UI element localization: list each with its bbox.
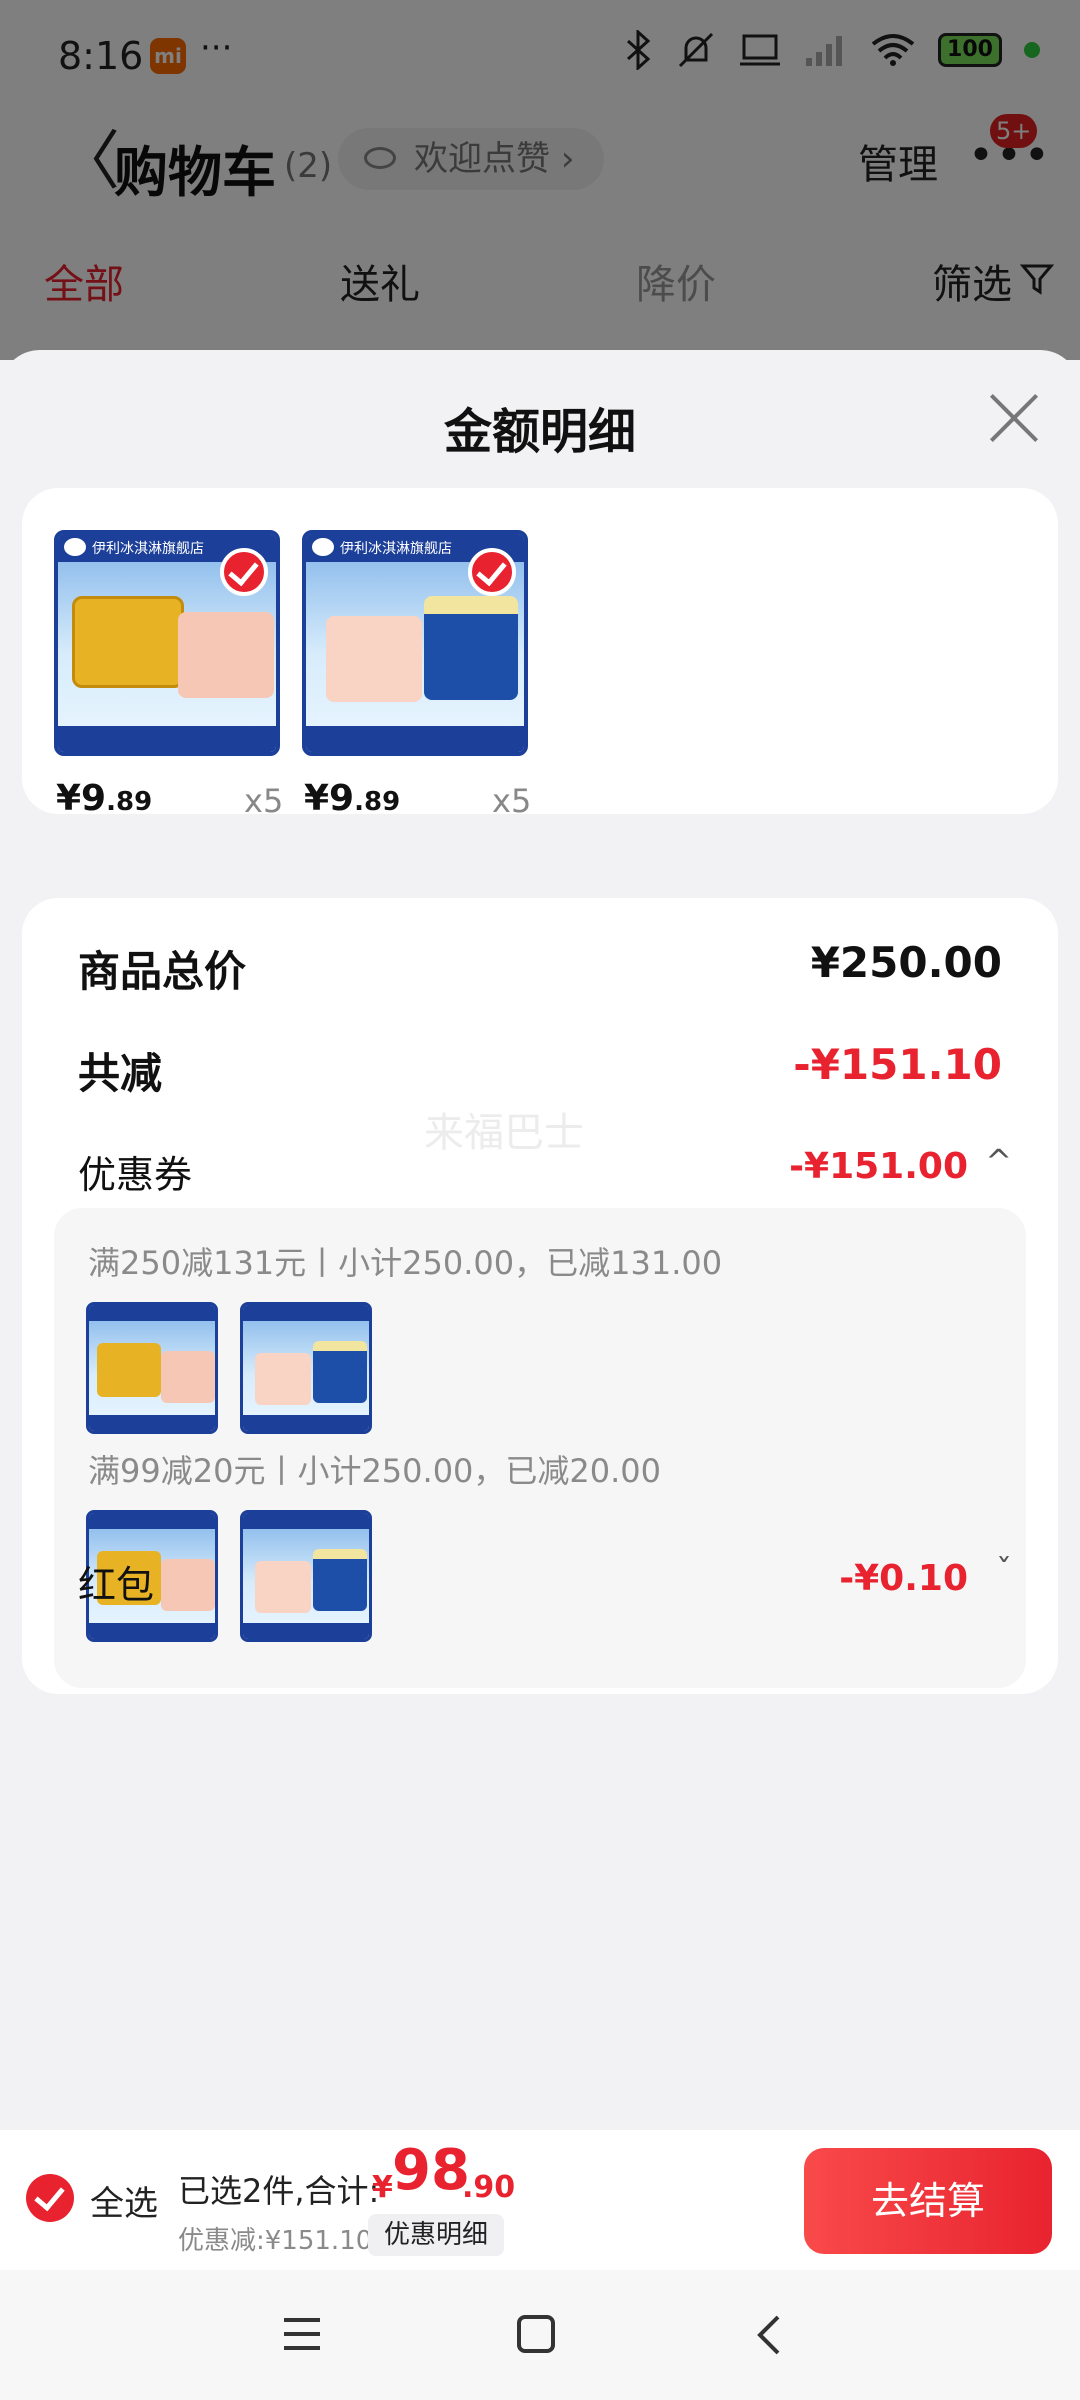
modal-overlay[interactable] — [0, 0, 1080, 360]
products-card: 伊利冰淇淋旗舰店 伊利冰淇淋旗舰店 ¥9.89 x5 ¥9.89 x5 — [22, 488, 1058, 820]
select-all-checkbox[interactable] — [26, 2174, 74, 2222]
watermark: 来福巴士 — [424, 1110, 584, 1156]
red-packet-value[interactable]: -¥0.10 — [839, 1558, 968, 1599]
coupon-label: 优惠券 — [78, 1153, 193, 1197]
product-image[interactable]: 伊利冰淇淋旗舰店 — [54, 530, 280, 756]
coupon-rule: 满99减20元丨小计250.00，已减20.00 — [88, 1452, 662, 1490]
store-name: 伊利冰淇淋旗舰店 — [340, 541, 452, 557]
close-icon[interactable] — [988, 392, 1040, 444]
back-nav-icon[interactable] — [752, 2314, 786, 2356]
selected-check-icon — [220, 548, 268, 596]
product-qty: x5 — [244, 782, 284, 820]
checkout-button[interactable]: 去结算 — [804, 2148, 1052, 2254]
product-thumbnail — [86, 1302, 218, 1434]
price-breakdown-card: 商品总价 ¥250.00 共减 -¥151.10 优惠券 -¥151.00 ^ … — [22, 898, 1058, 1694]
total-currency: ¥ — [372, 2170, 393, 2205]
total-price-value: ¥250.00 — [810, 938, 1002, 987]
coupon-rule: 满250减131元丨小计250.00，已减131.00 — [88, 1244, 723, 1282]
product-price: ¥9.89 — [304, 778, 401, 819]
discount-detail-button[interactable]: 优惠明细 — [368, 2214, 505, 2256]
checkout-bar: 全选 已选2件,合计: ¥ 98 .90 优惠减:¥151.10 优惠明细 去结… — [0, 2130, 1080, 2270]
chevron-down-icon[interactable]: ˇ — [996, 1552, 1012, 1590]
sheet-title: 金额明细 — [443, 404, 636, 460]
coupon-detail-box: 满250减131元丨小计250.00，已减131.00 满99减20元丨小计25… — [54, 1208, 1026, 1688]
total-price-label: 商品总价 — [78, 947, 247, 996]
product-price: ¥9.89 — [56, 778, 153, 819]
select-all-label[interactable]: 全选 — [90, 2176, 158, 2225]
amount-detail-sheet: 金额明细 伊利冰淇淋旗舰店 伊利冰淇淋旗舰店 ¥9.89 x5 ¥9.89 x5… — [0, 350, 1080, 2130]
product-qty: x5 — [492, 782, 532, 820]
menu-icon[interactable] — [282, 2314, 322, 2354]
red-packet-label: 红包 — [78, 1563, 155, 1607]
total-amount-int: 98 — [392, 2138, 470, 2203]
total-amount-dec: .90 — [462, 2170, 516, 2205]
yili-logo-icon — [64, 538, 86, 556]
cart-page-background: 8:16 mi ··· 100 〈 购物车 (2) 欢迎点赞 › 管理 ••• … — [0, 0, 1080, 360]
total-reduction-value: -¥151.10 — [793, 1040, 1002, 1089]
coupon-value[interactable]: -¥151.00 — [789, 1146, 968, 1187]
chevron-up-icon[interactable]: ^ — [985, 1142, 1012, 1180]
product-thumbnail — [240, 1510, 372, 1642]
selected-summary: 已选2件,合计: — [178, 2172, 380, 2210]
ice-cream-tub-image — [424, 596, 518, 700]
home-icon[interactable] — [516, 2314, 556, 2354]
ice-cream-cup-image — [326, 616, 422, 702]
selected-check-icon — [468, 548, 516, 596]
ice-cream-box-image — [72, 596, 184, 688]
product-thumbnail — [240, 1302, 372, 1434]
product-image[interactable]: 伊利冰淇淋旗舰店 — [302, 530, 528, 756]
yili-logo-icon — [312, 538, 334, 556]
discount-summary: 优惠减:¥151.10 — [178, 2226, 373, 2256]
total-reduction-label: 共减 — [78, 1049, 163, 1098]
system-navigation-bar — [0, 2270, 1080, 2400]
ice-cream-cup-image — [178, 612, 274, 698]
store-name: 伊利冰淇淋旗舰店 — [92, 541, 204, 557]
